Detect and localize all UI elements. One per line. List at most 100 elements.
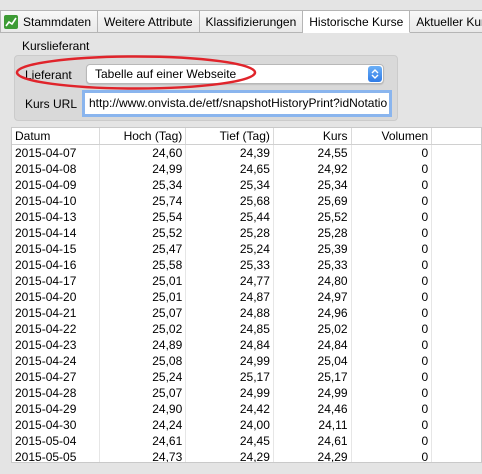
table-cell: 24,99 — [186, 385, 274, 401]
table-cell: 24,60 — [100, 145, 187, 161]
table-cell: 24,92 — [274, 161, 352, 177]
table-cell: 24,61 — [100, 433, 187, 449]
table-cell-empty — [432, 241, 481, 257]
table-row[interactable]: 2015-04-08 24,99 24,65 24,92 0 — [12, 161, 481, 177]
table-cell: 24,45 — [186, 433, 274, 449]
bottom-bar — [0, 463, 482, 474]
table-cell: 2015-04-17 — [12, 273, 100, 289]
table-cell-empty — [432, 353, 481, 369]
table-row[interactable]: 2015-04-17 25,01 24,77 24,80 0 — [12, 273, 481, 289]
table-cell: 24,65 — [186, 161, 274, 177]
table-cell: 25,28 — [274, 225, 352, 241]
table-cell: 24,99 — [186, 353, 274, 369]
table-cell: 0 — [352, 241, 433, 257]
kurs-url-input[interactable]: http://www.onvista.de/etf/snapshotHistor… — [82, 90, 392, 117]
table-row[interactable]: 2015-04-07 24,60 24,39 24,55 0 — [12, 145, 481, 161]
column-header-volumen[interactable]: Volumen — [352, 128, 433, 144]
table-cell-empty — [432, 321, 481, 337]
table-cell: 0 — [352, 449, 433, 462]
tab-historische-kurse[interactable]: Historische Kurse — [303, 10, 411, 33]
table-cell: 2015-04-20 — [12, 289, 100, 305]
table-cell: 25,33 — [274, 257, 352, 273]
table-row[interactable]: 2015-04-14 25,52 25,28 25,28 0 — [12, 225, 481, 241]
chart-line-icon — [4, 14, 18, 29]
tab-label: Weitere Attribute — [104, 14, 193, 29]
table-cell: 2015-04-27 — [12, 369, 100, 385]
table-row[interactable]: 2015-04-29 24,90 24,42 24,46 0 — [12, 401, 481, 417]
tab-bar: Stammdaten Weitere Attribute Klassifizie… — [0, 10, 482, 33]
kurs-url-label: Kurs URL — [25, 97, 78, 111]
table-cell: 25,01 — [100, 289, 187, 305]
table-cell-empty — [432, 273, 481, 289]
tab-aktueller-kurs[interactable]: Aktueller Kurs — [410, 10, 482, 33]
column-header-kurs[interactable]: Kurs — [274, 128, 352, 144]
table-cell: 0 — [352, 337, 433, 353]
table-row[interactable]: 2015-04-10 25,74 25,68 25,69 0 — [12, 193, 481, 209]
historische-kurse-table[interactable]: Datum Hoch (Tag) Tief (Tag) Kurs Volumen… — [11, 127, 482, 463]
table-row[interactable]: 2015-04-28 25,07 24,99 24,99 0 — [12, 385, 481, 401]
table-row[interactable]: 2015-04-27 25,24 25,17 25,17 0 — [12, 369, 481, 385]
table-cell-empty — [432, 305, 481, 321]
table-row[interactable]: 2015-04-13 25,54 25,44 25,52 0 — [12, 209, 481, 225]
table-row[interactable]: 2015-04-23 24,89 24,84 24,84 0 — [12, 337, 481, 353]
column-header-tief[interactable]: Tief (Tag) — [186, 128, 274, 144]
table-cell: 24,90 — [100, 401, 187, 417]
table-cell: 24,00 — [186, 417, 274, 433]
table-cell: 2015-04-30 — [12, 417, 100, 433]
table-cell-empty — [432, 369, 481, 385]
table-row[interactable]: 2015-04-15 25,47 25,24 25,39 0 — [12, 241, 481, 257]
group-title: Kurslieferant — [22, 39, 90, 53]
table-cell: 25,08 — [100, 353, 187, 369]
table-cell: 2015-04-10 — [12, 193, 100, 209]
table-cell: 24,84 — [186, 337, 274, 353]
table-cell: 0 — [352, 401, 433, 417]
tab-stammdaten[interactable]: Stammdaten — [0, 10, 99, 33]
table-cell: 0 — [352, 385, 433, 401]
table-cell: 25,58 — [100, 257, 187, 273]
tab-klassifizierungen[interactable]: Klassifizierungen — [199, 10, 304, 33]
table-row[interactable]: 2015-05-05 24,73 24,29 24,29 0 — [12, 449, 481, 462]
table-cell-empty — [432, 161, 481, 177]
table-row[interactable]: 2015-04-24 25,08 24,99 25,04 0 — [12, 353, 481, 369]
table-cell: 2015-04-24 — [12, 353, 100, 369]
table-cell: 25,39 — [274, 241, 352, 257]
table-cell: 24,99 — [274, 385, 352, 401]
table-cell: 25,74 — [100, 193, 187, 209]
table-cell: 24,96 — [274, 305, 352, 321]
table-cell: 0 — [352, 225, 433, 241]
table-cell: 25,04 — [274, 353, 352, 369]
table-cell: 0 — [352, 433, 433, 449]
table-row[interactable]: 2015-04-22 25,02 24,85 25,02 0 — [12, 321, 481, 337]
table-row[interactable]: 2015-04-20 25,01 24,87 24,97 0 — [12, 289, 481, 305]
table-cell: 24,99 — [100, 161, 187, 177]
table-cell: 25,24 — [186, 241, 274, 257]
column-header-hoch[interactable]: Hoch (Tag) — [100, 128, 187, 144]
table-cell: 25,68 — [186, 193, 274, 209]
table-cell: 0 — [352, 289, 433, 305]
table-cell: 25,34 — [100, 177, 187, 193]
table-row[interactable]: 2015-04-30 24,24 24,00 24,11 0 — [12, 417, 481, 433]
table-cell: 2015-04-23 — [12, 337, 100, 353]
column-header-empty — [432, 128, 481, 144]
table-cell: 2015-04-09 — [12, 177, 100, 193]
table-cell: 24,89 — [100, 337, 187, 353]
table-cell: 25,34 — [274, 177, 352, 193]
table-cell: 24,29 — [186, 449, 274, 462]
table-row[interactable]: 2015-04-21 25,07 24,88 24,96 0 — [12, 305, 481, 321]
column-header-datum[interactable]: Datum — [12, 128, 100, 144]
table-cell: 0 — [352, 305, 433, 321]
tab-label: Historische Kurse — [309, 14, 404, 29]
lieferant-select[interactable]: Tabelle auf einer Webseite — [86, 64, 384, 84]
table-cell: 24,77 — [186, 273, 274, 289]
table-cell: 2015-04-08 — [12, 161, 100, 177]
tab-weitere-attribute[interactable]: Weitere Attribute — [98, 10, 200, 33]
table-cell: 25,52 — [274, 209, 352, 225]
table-row[interactable]: 2015-04-16 25,58 25,33 25,33 0 — [12, 257, 481, 273]
table-cell: 24,55 — [274, 145, 352, 161]
table-row[interactable]: 2015-04-09 25,34 25,34 25,34 0 — [12, 177, 481, 193]
table-cell: 24,39 — [186, 145, 274, 161]
table-row[interactable]: 2015-05-04 24,61 24,45 24,61 0 — [12, 433, 481, 449]
table-cell: 24,11 — [274, 417, 352, 433]
table-cell-empty — [432, 289, 481, 305]
table-cell: 25,47 — [100, 241, 187, 257]
